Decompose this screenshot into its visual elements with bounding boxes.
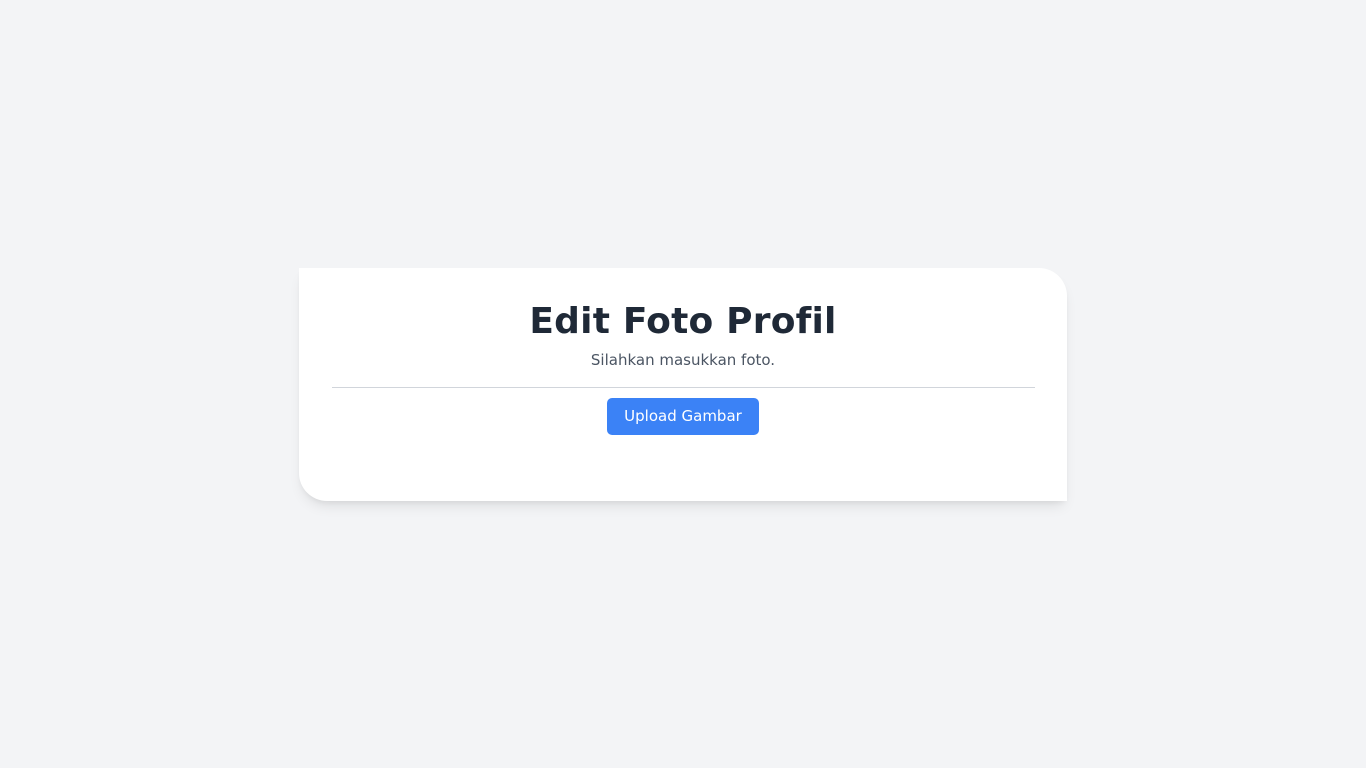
edit-photo-card: Edit Foto Profil Silahkan masukkan foto.… [299,268,1067,501]
page: Edit Foto Profil Silahkan masukkan foto.… [0,0,1366,768]
page-subtitle: Silahkan masukkan foto. [590,351,776,369]
divider [332,387,1035,388]
page-title: Edit Foto Profil [529,301,837,342]
upload-image-button[interactable]: Upload Gambar [607,398,759,435]
